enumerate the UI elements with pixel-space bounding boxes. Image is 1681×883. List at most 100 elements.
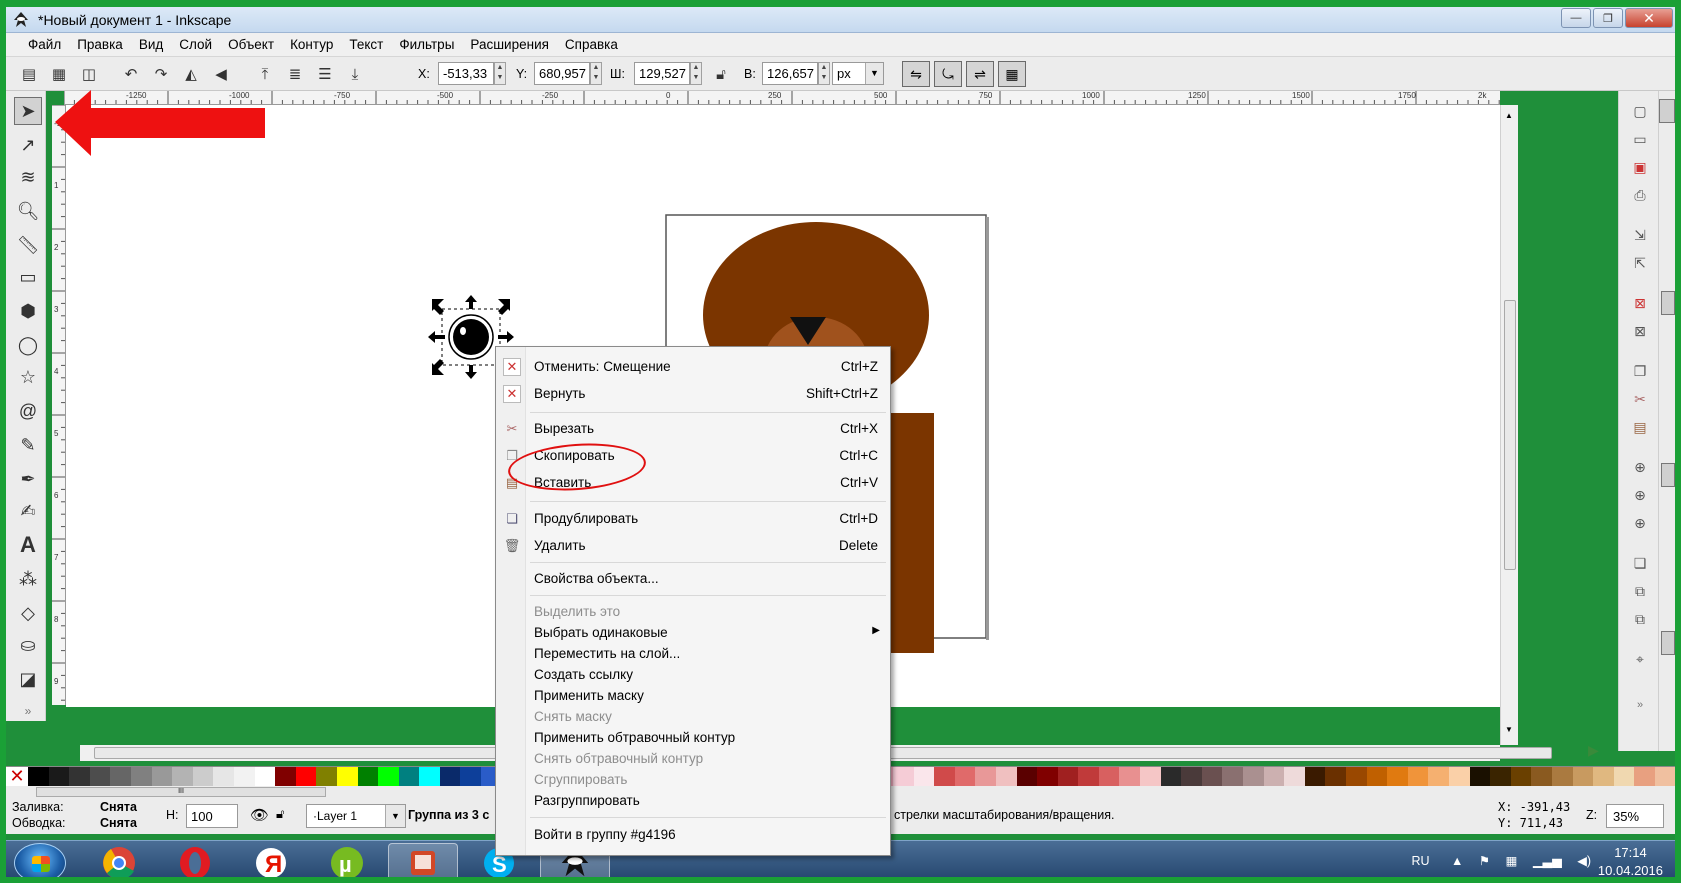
open-icon[interactable]: ▭ xyxy=(1629,129,1651,149)
menu-filters[interactable]: Фильтры xyxy=(391,37,462,52)
no-paint-swatch[interactable]: ✕ xyxy=(6,766,28,786)
y-input[interactable]: 680,957 ▲ ▼ xyxy=(534,62,602,85)
color-swatch[interactable] xyxy=(151,767,173,787)
tray-expand-icon[interactable]: ▲ xyxy=(1451,854,1463,868)
color-swatch[interactable] xyxy=(1407,767,1429,787)
color-swatch[interactable] xyxy=(48,767,70,787)
eraser-tool-icon[interactable]: ◇ xyxy=(14,599,42,627)
spiral-tool-icon[interactable]: @ xyxy=(14,397,42,425)
new-document-icon[interactable]: ▢ xyxy=(1629,101,1651,121)
color-swatch[interactable] xyxy=(295,767,317,787)
lower-to-bottom-icon[interactable]: ⤓ xyxy=(344,64,366,84)
color-swatch[interactable] xyxy=(89,767,111,787)
color-swatch[interactable] xyxy=(1057,767,1079,787)
color-swatch[interactable] xyxy=(1387,767,1408,787)
chrome-taskbar-icon[interactable] xyxy=(84,843,154,883)
print-icon[interactable]: ⎙ xyxy=(1629,185,1651,205)
color-swatch[interactable] xyxy=(419,767,440,787)
color-swatch[interactable] xyxy=(1098,767,1120,787)
scroll-down-icon[interactable]: ▼ xyxy=(1505,725,1513,734)
palette-scroll-thumb[interactable]: III xyxy=(36,787,326,797)
color-swatch[interactable] xyxy=(275,767,296,787)
menu-item-duplicate[interactable]: ❏ Продублировать Ctrl+D xyxy=(496,507,890,531)
menu-item-cut[interactable]: ✂ Вырезать Ctrl+X xyxy=(496,417,890,441)
rotate-cw-icon[interactable]: ↷ xyxy=(150,64,172,84)
menu-text[interactable]: Текст xyxy=(341,37,391,52)
menu-item-ungroup[interactable]: Разгруппировать xyxy=(496,789,890,813)
raise-to-top-icon[interactable]: ⤒ xyxy=(254,64,276,84)
duplicate-icon[interactable]: ❏ xyxy=(1629,553,1651,573)
powerpoint-taskbar-icon[interactable] xyxy=(388,843,458,883)
color-swatch[interactable] xyxy=(1304,767,1326,787)
color-swatch[interactable] xyxy=(1181,767,1202,787)
color-swatch[interactable] xyxy=(913,767,935,787)
copy-icon[interactable]: ❐ xyxy=(1629,361,1651,381)
undo-icon[interactable]: ⊠ xyxy=(1629,293,1651,313)
zoom-input[interactable]: 35% xyxy=(1606,804,1664,828)
select-all-layers-icon[interactable]: ▦ xyxy=(48,64,70,84)
color-swatch[interactable] xyxy=(954,767,976,787)
menu-edit[interactable]: Правка xyxy=(69,37,131,52)
color-swatch[interactable] xyxy=(1016,767,1038,787)
snap-grid-icon[interactable] xyxy=(1661,631,1675,655)
volume-icon[interactable]: ◀) xyxy=(1577,854,1591,868)
color-swatch[interactable] xyxy=(1078,767,1099,787)
width-spin-arrows[interactable]: ▲ ▼ xyxy=(690,62,702,85)
color-swatch[interactable] xyxy=(1490,767,1511,787)
color-swatch[interactable] xyxy=(1613,767,1635,787)
color-swatch[interactable] xyxy=(975,767,996,787)
color-swatch[interactable] xyxy=(110,767,131,787)
color-swatch[interactable] xyxy=(1119,767,1141,787)
raise-icon[interactable]: ≣ xyxy=(284,64,306,84)
rotate-ccw-icon[interactable]: ↶ xyxy=(120,64,142,84)
pen-tool-icon[interactable]: ✒ xyxy=(14,465,42,493)
color-swatch[interactable] xyxy=(316,767,337,787)
3d-box-tool-icon[interactable]: ⬢ xyxy=(14,297,42,325)
color-swatch[interactable] xyxy=(1160,767,1182,787)
color-swatch[interactable] xyxy=(1201,767,1223,787)
color-swatch[interactable] xyxy=(1634,767,1655,787)
color-swatch[interactable] xyxy=(1469,767,1491,787)
color-swatch[interactable] xyxy=(213,767,234,787)
menu-file[interactable]: Файл xyxy=(20,37,69,52)
handle-top-left[interactable] xyxy=(432,299,444,315)
menu-item-undo[interactable]: ✕ Отменить: Смещение Ctrl+Z xyxy=(496,355,890,379)
opacity-input[interactable]: 100 xyxy=(186,804,238,828)
network-icon[interactable]: ▦ xyxy=(1506,854,1518,868)
language-indicator[interactable]: RU xyxy=(1411,854,1429,868)
system-clock[interactable]: 17:14 10.04.2016 xyxy=(1598,844,1663,880)
ellipse-tool-icon[interactable]: ◯ xyxy=(14,331,42,359)
menu-view[interactable]: Вид xyxy=(131,37,171,52)
color-swatch[interactable] xyxy=(172,767,193,787)
menu-item-redo[interactable]: ✕ Вернуть Shift+Ctrl+Z xyxy=(496,382,890,406)
selected-eye[interactable] xyxy=(453,319,489,355)
snap-toggle-icon[interactable] xyxy=(1659,99,1675,123)
measure-tool-icon[interactable]: 📏︎ xyxy=(14,231,42,259)
zoom-tool-icon[interactable]: 🔍︎ xyxy=(14,197,42,225)
color-swatch[interactable] xyxy=(1654,767,1676,787)
color-swatch[interactable] xyxy=(1222,767,1244,787)
save-icon[interactable]: ▣ xyxy=(1629,157,1651,177)
zoom-drawing-icon[interactable]: ⊕ xyxy=(1629,485,1651,505)
unlink-clone-icon[interactable]: ⧉ xyxy=(1629,609,1651,629)
pencil-tool-icon[interactable]: ✎ xyxy=(14,431,42,459)
visibility-eye-icon[interactable]: 👁︎ xyxy=(250,806,269,824)
zoom-selection-icon[interactable]: ⊕ xyxy=(1629,457,1651,477)
width-input[interactable]: 129,527 ▲ ▼ xyxy=(634,62,702,85)
more-commands-icon[interactable]: » xyxy=(1629,695,1651,715)
move-patterns-toggle[interactable]: ▦ xyxy=(998,61,1026,87)
height-spin-arrows[interactable]: ▲ ▼ xyxy=(818,62,830,85)
scroll-up-icon[interactable]: ▲ xyxy=(1505,111,1513,120)
color-swatch[interactable] xyxy=(1572,767,1594,787)
color-swatch[interactable] xyxy=(1428,767,1449,787)
color-swatch[interactable] xyxy=(1263,767,1285,787)
zoom-page-icon[interactable]: ⊕ xyxy=(1629,513,1651,533)
deselect-icon[interactable]: ◫ xyxy=(78,64,100,84)
maximize-button[interactable]: ❐ xyxy=(1593,8,1623,28)
menu-path[interactable]: Контур xyxy=(282,37,341,52)
color-swatch[interactable] xyxy=(1346,767,1367,787)
color-swatch[interactable] xyxy=(1593,767,1614,787)
color-swatch[interactable] xyxy=(130,767,152,787)
color-swatch[interactable] xyxy=(192,767,214,787)
export-icon[interactable]: ⇱ xyxy=(1629,253,1651,273)
